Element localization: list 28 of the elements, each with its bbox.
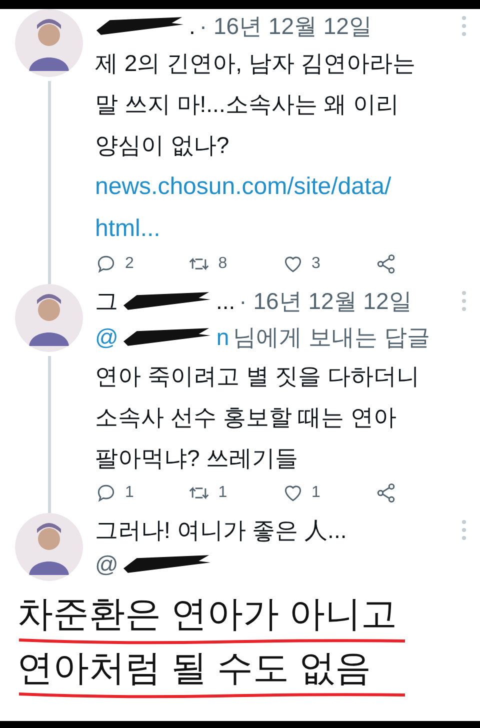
user-handle: @ [95,550,118,579]
avatar [15,513,83,581]
reply-icon[interactable] [95,482,117,504]
caption-text: 연아처럼 될 수도 없음 [17,646,372,690]
reply-label: 님에게 보내는 답글 [233,323,430,352]
reply-count: 1 [125,483,134,503]
retweet-count: 8 [218,254,228,274]
author-name[interactable]: ... [216,284,236,318]
tweet-date: · 16년 12월 12일 [199,12,372,41]
tweet-text: 연아 죽이려고 별 짓을 다하더니 소속사 선수 홍보할 때는 연아 팔아먹냐? 쓰레기들 [95,362,421,473]
like-count: 3 [312,254,320,274]
tweet-text: 제 2의 긴연아, 남자 김연아라는 말 쓰지 마!...소속사는 왜 이리 양심이 없나? [95,49,417,160]
caption-text: 차준환은 연아가 아니고 [17,592,398,636]
mention-link[interactable]: @ [95,318,118,356]
reply-icon[interactable] [95,253,117,275]
like-count: 1 [312,483,320,503]
avatar [15,9,83,77]
author-name[interactable]: . [189,9,196,43]
author-name[interactable]: 그 [95,284,118,318]
link[interactable]: news.chosun.com/site/data/ html... [95,166,468,250]
reply-count: 2 [125,254,134,274]
mention-link[interactable]: n [216,318,230,356]
avatar [15,284,83,352]
author-name[interactable]: 그러나! 여니가 좋은 人... [95,513,347,547]
retweet-count: 1 [218,483,228,503]
share-icon[interactable] [374,253,397,275]
tweet-date: · 16년 12월 12일 [239,287,412,316]
share-icon[interactable] [374,482,397,504]
